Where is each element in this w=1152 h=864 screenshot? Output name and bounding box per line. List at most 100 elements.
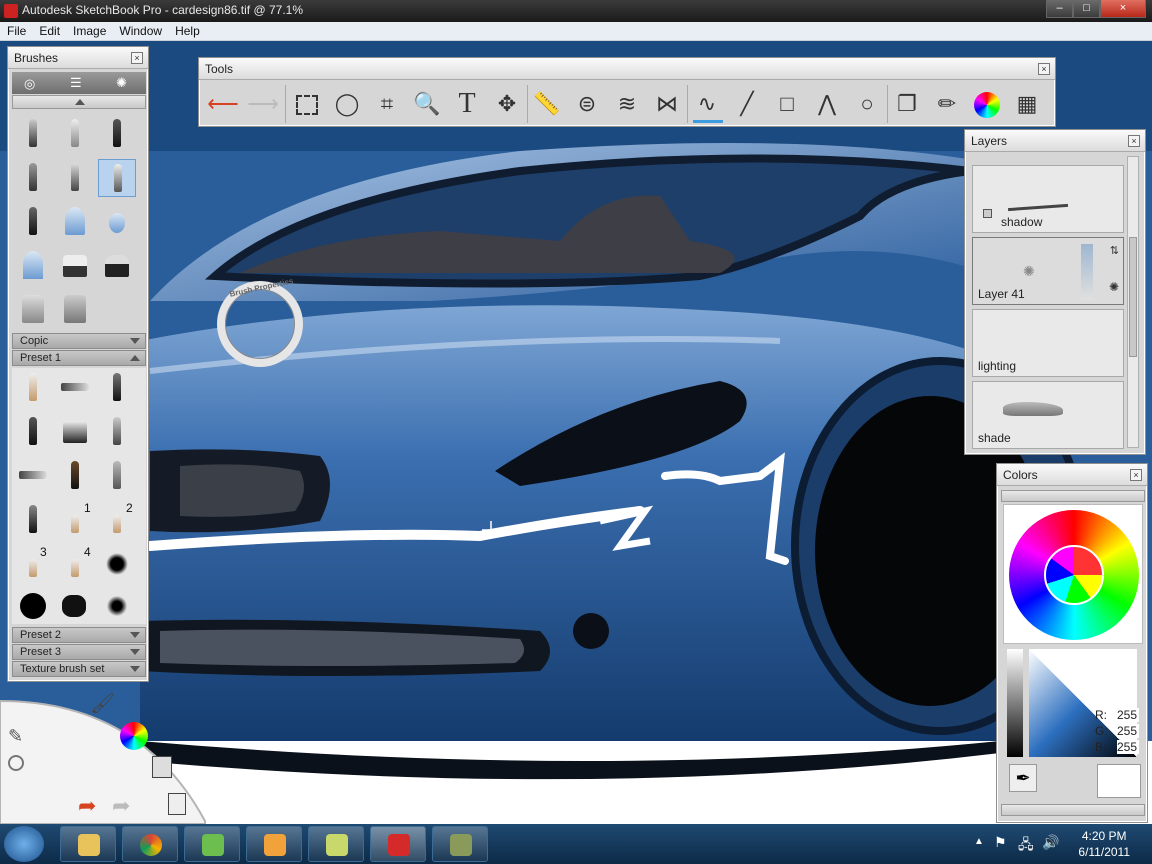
taskbar-notes[interactable]	[308, 826, 364, 862]
layer-options-icon[interactable]: ✺	[1109, 280, 1119, 294]
brushes-close-button[interactable]: ×	[131, 52, 143, 64]
lock-icon[interactable]	[983, 209, 992, 218]
brush-properties-puck[interactable]: Brush Properties	[217, 276, 303, 367]
text-icon[interactable]: T	[451, 88, 483, 120]
tools-close-button[interactable]: ×	[1038, 63, 1050, 75]
eyedropper-icon[interactable]: ✒	[1009, 764, 1037, 792]
marker-brush[interactable]	[98, 115, 136, 153]
close-button[interactable]: ×	[1100, 0, 1146, 18]
polyline-icon[interactable]: ⋀	[811, 88, 843, 120]
preset-brush[interactable]	[98, 413, 136, 451]
colors-collapse-arrow[interactable]	[1001, 490, 1145, 502]
preset-brush-2[interactable]: 2	[98, 501, 136, 539]
sharpen-brush[interactable]	[14, 247, 52, 285]
fill-brush[interactable]	[14, 291, 52, 329]
preset-brush[interactable]	[56, 457, 94, 495]
layer-shadow[interactable]: shadow	[972, 165, 1124, 233]
splatter-brush[interactable]	[98, 587, 136, 625]
color-wheel[interactable]	[1009, 510, 1139, 640]
grayscale-strip[interactable]	[1007, 649, 1023, 757]
splatter-brush[interactable]	[56, 587, 94, 625]
lasso-icon[interactable]: ◯	[331, 88, 363, 120]
lagoon-undo-icon[interactable]: ➦	[78, 793, 96, 819]
brush-set-texture[interactable]: Texture brush set	[12, 661, 146, 677]
lagoon-pencil-icon[interactable]: ✎	[8, 726, 23, 747]
colors-expand-arrow[interactable]	[1001, 804, 1145, 816]
ruler-icon[interactable]: 📏	[531, 88, 563, 120]
lagoon-select-icon[interactable]	[152, 756, 172, 778]
splatter-brush[interactable]	[98, 545, 136, 583]
fill-gradient-brush[interactable]	[56, 291, 94, 329]
brush-set-preset-1[interactable]: Preset 1	[12, 350, 146, 366]
freehand-icon[interactable]: ∿	[691, 88, 723, 120]
brush-size-icon[interactable]: ✺	[116, 75, 127, 91]
inkpen-brush[interactable]	[56, 159, 94, 197]
volume-icon[interactable]: 🔊	[1042, 834, 1059, 851]
layer-41-selected[interactable]: ✺ ⇅ ✺ Layer 41	[972, 237, 1124, 305]
rect-select-icon[interactable]	[291, 88, 323, 120]
tray-expand-icon[interactable]: ▲	[974, 836, 984, 847]
flag-icon[interactable]: ⚑	[994, 834, 1007, 851]
maximize-button[interactable]: □	[1073, 0, 1100, 18]
rectangle-icon[interactable]: □	[771, 88, 803, 120]
preset-brush[interactable]	[56, 369, 94, 407]
undo-icon[interactable]: ⟵	[207, 88, 239, 120]
redo-icon[interactable]: ⟶	[247, 88, 279, 120]
taskbar-app[interactable]	[432, 826, 488, 862]
red-value[interactable]: 255	[1117, 708, 1139, 722]
taskbar-messenger[interactable]	[184, 826, 240, 862]
move-icon[interactable]: ✥	[491, 88, 523, 120]
copic-library-icon[interactable]: ▦	[1011, 88, 1043, 120]
lagoon-redo-icon[interactable]: ➦	[112, 793, 130, 819]
brush-set-preset-2[interactable]: Preset 2	[12, 627, 146, 643]
felt-brush[interactable]	[14, 203, 52, 241]
lagoon-brush-icon[interactable]: 🖌	[90, 691, 115, 716]
preset-brush-4[interactable]: 4	[56, 545, 94, 583]
menu-window[interactable]: Window	[112, 22, 168, 38]
taskbar-media-player[interactable]	[246, 826, 302, 862]
blur-brush[interactable]	[98, 203, 136, 241]
eraser-hard-brush[interactable]	[56, 247, 94, 285]
preset-brush[interactable]	[14, 457, 52, 495]
radial-symmetry-icon[interactable]: ⋈	[651, 88, 683, 120]
preset-brush[interactable]	[56, 413, 94, 451]
menu-edit[interactable]: Edit	[32, 22, 66, 38]
colors-close-button[interactable]: ×	[1130, 469, 1142, 481]
merge-icon[interactable]: ⇅	[1110, 244, 1119, 257]
eraser-soft-brush[interactable]	[98, 247, 136, 285]
start-button[interactable]	[4, 826, 44, 862]
zoom-icon[interactable]: 🔍	[411, 88, 443, 120]
preset-brush[interactable]	[98, 457, 136, 495]
preset-brush-3[interactable]: 3	[14, 545, 52, 583]
ellipse-icon[interactable]: ○	[851, 88, 883, 120]
taskbar-explorer[interactable]	[60, 826, 116, 862]
taskbar-sketchbook[interactable]	[370, 826, 426, 862]
taskbar-chrome[interactable]	[122, 826, 178, 862]
preset-brush-1[interactable]: 1	[56, 501, 94, 539]
lagoon-copy-icon[interactable]	[168, 793, 186, 815]
brush-properties-icon[interactable]: ◎	[24, 76, 35, 92]
color-wheel-inner[interactable]	[1044, 545, 1104, 605]
layers-scrollbar[interactable]	[1127, 156, 1139, 448]
layers-scroll-thumb[interactable]	[1129, 237, 1137, 357]
crop-icon[interactable]: ⌗	[371, 88, 403, 120]
menu-file[interactable]: File	[0, 22, 32, 38]
network-icon[interactable]: 🖧	[1018, 834, 1034, 858]
layer-lighting[interactable]: lighting	[972, 309, 1124, 377]
ballpoint-brush[interactable]	[56, 115, 94, 153]
menu-help[interactable]: Help	[168, 22, 206, 38]
preset-brush[interactable]	[14, 369, 52, 407]
preset-brush[interactable]	[98, 369, 136, 407]
chisel-brush[interactable]	[14, 159, 52, 197]
green-value[interactable]: 255	[1117, 724, 1139, 738]
pencil-brush[interactable]	[14, 115, 52, 153]
preset-brush[interactable]	[14, 501, 52, 539]
symmetry-icon[interactable]: ≋	[611, 88, 643, 120]
lagoon-color-icon[interactable]	[120, 722, 148, 750]
lagoon-brush-size-icon[interactable]	[8, 755, 24, 771]
clock[interactable]: 4:20 PM 6/11/2011	[1078, 828, 1130, 860]
opacity-slider[interactable]	[1081, 244, 1093, 300]
preset-brush[interactable]	[14, 413, 52, 451]
brush-scroll-up[interactable]	[12, 95, 146, 109]
color-wheel-icon[interactable]	[971, 88, 1003, 120]
